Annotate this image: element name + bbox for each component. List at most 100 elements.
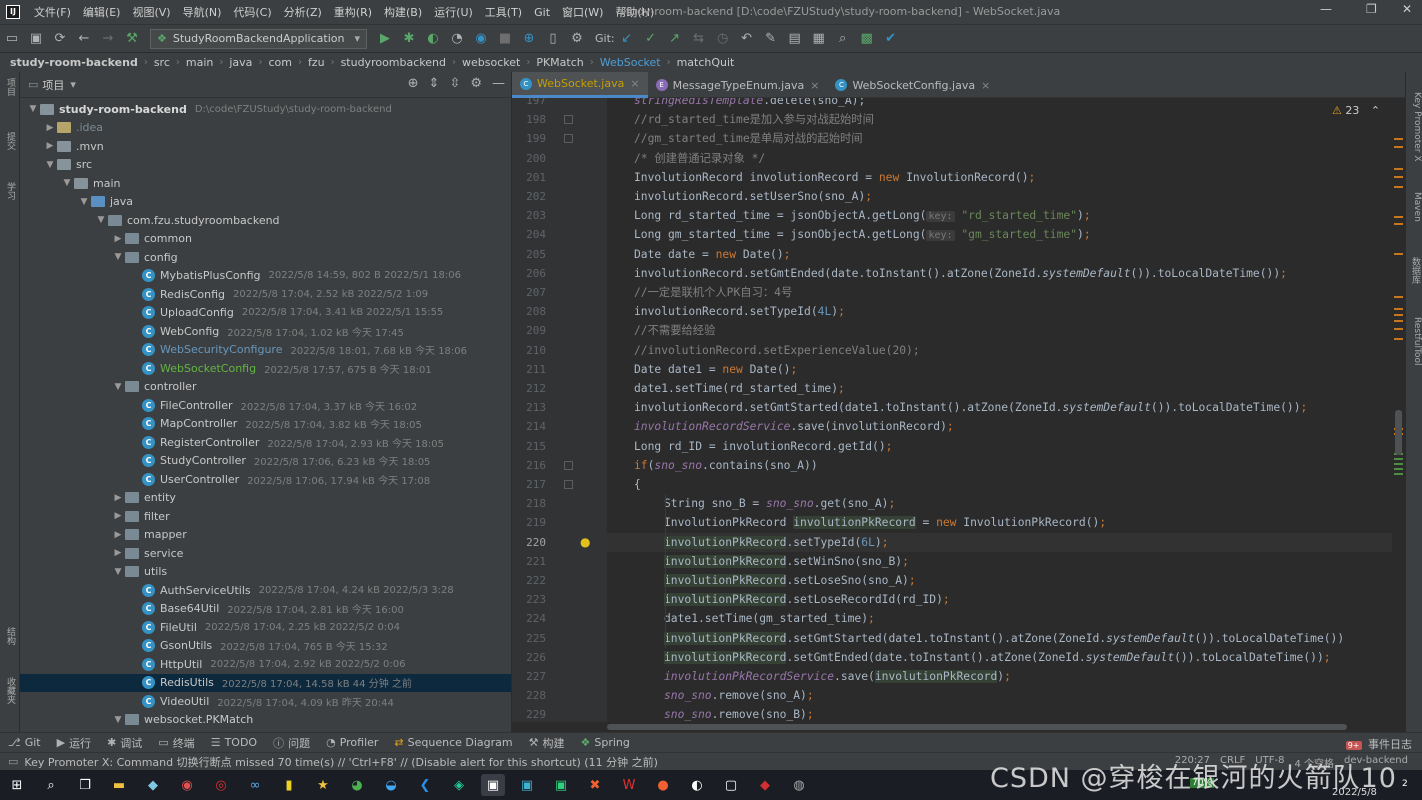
settings-wrench-icon[interactable]: ✎ — [760, 28, 782, 50]
menu-item-10[interactable]: Git — [528, 6, 556, 19]
structure-tool-tab[interactable]: 结构 — [3, 627, 17, 645]
scrollbar-marker[interactable] — [1394, 216, 1403, 218]
star-app-icon[interactable]: ★ — [311, 774, 335, 796]
line-number[interactable]: 229 — [512, 705, 546, 722]
notification-count[interactable]: 2 — [1402, 779, 1408, 789]
attach-debugger-icon[interactable]: ⚙ — [566, 28, 588, 50]
save-all-icon[interactable]: ▣ — [25, 28, 47, 50]
scrollbar-marker[interactable] — [1394, 186, 1403, 188]
profile-icon[interactable]: ◔ — [446, 28, 468, 50]
stop-icon[interactable]: ■ — [494, 28, 516, 50]
scrollbar-marker[interactable] — [1394, 253, 1403, 255]
breadcrumb-item[interactable]: websocket — [462, 56, 520, 69]
tree-item[interactable]: ▶ entity — [20, 489, 511, 508]
tree-item[interactable]: C AuthServiceUtils 2022/5/8 17:04, 4.24 kB… — [20, 581, 511, 600]
expand-all-icon[interactable]: ⇕ — [429, 76, 440, 91]
project-structure-icon[interactable]: ▤ — [784, 28, 806, 50]
search-icon[interactable]: ⌕ — [832, 28, 854, 50]
breadcrumb-item[interactable]: matchQuit — [677, 56, 735, 69]
learn-tool-tab[interactable]: 学习 — [3, 182, 17, 200]
line-number[interactable]: 217 — [512, 475, 546, 494]
line-number[interactable]: 227 — [512, 667, 546, 686]
close-tab-icon[interactable]: × — [630, 77, 639, 90]
line-number[interactable]: 213 — [512, 398, 546, 417]
minimize-button[interactable]: — — [1320, 2, 1332, 16]
windows-start-icon[interactable]: ⊞ — [5, 774, 29, 796]
fold-marker-icon[interactable] — [564, 460, 573, 470]
menu-item-8[interactable]: 运行(U) — [428, 4, 479, 20]
restful-tool-tab[interactable]: RestfulTool — [1408, 317, 1422, 365]
line-number[interactable]: 222 — [512, 571, 546, 590]
pycharm-icon[interactable]: ▣ — [549, 774, 573, 796]
coverage-icon[interactable]: ◐ — [422, 28, 444, 50]
tree-item[interactable]: C VideoUtil 2022/5/8 17:04, 4.09 kB 昨天 20:… — [20, 692, 511, 711]
tool-window-4[interactable]: ☰ TODO — [211, 736, 257, 749]
chevron-down-icon[interactable]: ▼ — [94, 215, 108, 225]
breadcrumb-item[interactable]: study-room-backend — [10, 56, 138, 69]
menu-item-5[interactable]: 分析(Z) — [278, 4, 328, 20]
hide-panel-icon[interactable]: — — [492, 76, 505, 91]
chevron-up-icon[interactable]: ⌃ — [1371, 104, 1380, 117]
line-number[interactable]: 221 — [512, 552, 546, 571]
menu-item-6[interactable]: 重构(R) — [328, 4, 378, 20]
chevron-down-icon[interactable]: ▼ — [111, 382, 125, 392]
tree-item[interactable]: ▼ utils — [20, 563, 511, 582]
wechat-dev-icon[interactable]: ◈ — [447, 774, 471, 796]
close-tab-icon[interactable]: × — [981, 79, 990, 92]
wps-icon[interactable]: W — [617, 774, 641, 796]
device-icon[interactable]: ▯ — [542, 28, 564, 50]
line-number[interactable]: 212 — [512, 379, 546, 398]
app-icon[interactable]: ◉ — [175, 774, 199, 796]
line-number[interactable]: 199 — [512, 129, 546, 148]
menu-item-4[interactable]: 代码(C) — [227, 4, 277, 20]
tool-window-6[interactable]: ◔ Profiler — [326, 736, 378, 749]
commit-tool-tab[interactable]: 提交 — [3, 132, 17, 150]
redis-icon[interactable]: ◆ — [753, 774, 777, 796]
breadcrumb-item[interactable]: studyroombackend — [341, 56, 446, 69]
chevron-right-icon[interactable]: ▶ — [111, 548, 125, 558]
search-icon[interactable]: ⌕ — [39, 774, 63, 796]
chevron-down-icon[interactable]: ▾ — [70, 78, 76, 91]
tree-item[interactable]: C UploadConfig 2022/5/8 17:04, 3.41 kB 202… — [20, 304, 511, 323]
chevron-down-icon[interactable]: ▼ — [60, 178, 74, 188]
scrollbar-marker[interactable] — [1394, 314, 1403, 316]
scrollbar-marker[interactable] — [1394, 296, 1403, 298]
scrollbar-marker[interactable] — [1394, 146, 1403, 148]
breadcrumb-item[interactable]: PKMatch — [536, 56, 583, 69]
scrollbar-thumb[interactable] — [1395, 410, 1402, 455]
line-number[interactable]: 197 — [512, 98, 546, 110]
maven-tool-tab[interactable]: Maven — [1408, 192, 1422, 222]
editor-tab[interactable]: C WebSocketConfig.java × — [827, 72, 998, 98]
inspection-widget[interactable]: ⚠ 23 ⌃ ⌄ — [1332, 104, 1401, 117]
tree-item[interactable]: C RedisUtils 2022/5/8 17:04, 14.58 kB 44 分… — [20, 673, 511, 692]
line-number[interactable]: 219 — [512, 513, 546, 532]
git-rollback-icon[interactable]: ↶ — [736, 28, 758, 50]
tree-item[interactable]: C WebConfig 2022/5/8 17:04, 1.02 kB 今天 17:… — [20, 322, 511, 341]
chevron-down-icon[interactable]: ▼ — [111, 715, 125, 725]
project-view-select[interactable]: 项目 — [42, 77, 64, 93]
presentation-icon[interactable]: ▦ — [808, 28, 830, 50]
tool-window-9[interactable]: ❖ Spring — [581, 736, 630, 749]
fold-marker-icon[interactable] — [564, 115, 573, 125]
close-tab-icon[interactable]: × — [810, 79, 819, 92]
tree-item[interactable]: ▼ controller — [20, 378, 511, 397]
search-everywhere-icon[interactable]: ⊕ — [518, 28, 540, 50]
tree-item[interactable]: ▶ .mvn — [20, 137, 511, 156]
lightbulb-icon[interactable]: ● — [580, 535, 590, 549]
sync-icon[interactable]: ⟳ — [49, 28, 71, 50]
line-number[interactable]: 214 — [512, 417, 546, 436]
fold-marker-icon[interactable] — [564, 134, 573, 144]
app-icon[interactable]: ▢ — [719, 774, 743, 796]
typora-icon[interactable]: ◐ — [685, 774, 709, 796]
git-push-icon[interactable]: ↗ — [664, 28, 686, 50]
tool-window-1[interactable]: ▶ 运行 — [57, 735, 91, 751]
run-configuration-select[interactable]: ❖ StudyRoomBackendApplication ▾ — [150, 28, 367, 49]
fold-marker-icon[interactable] — [564, 480, 573, 489]
gear-icon[interactable]: ⚙ — [470, 76, 482, 91]
chevron-down-icon[interactable]: ▼ — [43, 160, 57, 170]
tree-item[interactable]: C GsonUtils 2022/5/8 17:04, 765 B 今天 15:32 — [20, 637, 511, 656]
check-circle-icon[interactable]: ✔ — [880, 28, 902, 50]
tree-item[interactable]: ▼ websocket.PKMatch — [20, 711, 511, 730]
tree-item[interactable]: ▼ main — [20, 174, 511, 193]
locate-file-icon[interactable]: ⊕ — [408, 76, 419, 91]
